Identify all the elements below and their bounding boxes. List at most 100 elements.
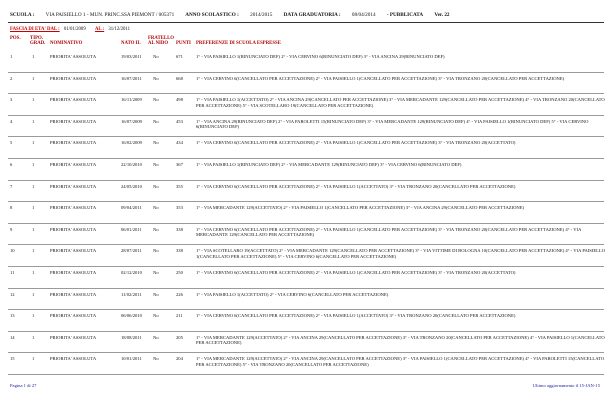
cell-tipo: 1 <box>32 226 35 232</box>
row-divider <box>8 222 604 224</box>
cell-tipo: 1 <box>32 205 35 211</box>
cell-tipo: 1 <box>32 140 35 146</box>
cell-punti: 668 <box>176 75 183 81</box>
cell-tipo: 1 <box>32 248 35 254</box>
col-preferenze: PREFERENZE DI SCUOLA ESPRESSE <box>196 41 281 46</box>
cell-nome: PRIORITA' ASSOLUTA <box>50 291 97 297</box>
cell-punti: 671 <box>176 54 183 59</box>
cell-nome: PRIORITA' ASSOLUTA <box>50 162 97 167</box>
cell-punti: 204 <box>176 356 183 362</box>
cell-tipo: 1 <box>32 54 35 59</box>
page-indicator: Pagina 1 di 27 <box>10 383 37 388</box>
data-label: DATA GRADUATORIA : <box>283 12 341 18</box>
cell-punti: 353 <box>176 205 183 211</box>
cell-pos: 9 <box>10 226 13 232</box>
status-text: - PUBBLICATA <box>386 12 424 18</box>
cell-punti: 338 <box>176 248 183 254</box>
cell-frat: No <box>153 270 159 275</box>
cell-frat: No <box>153 140 159 146</box>
cell-tipo: 1 <box>32 356 35 362</box>
col-tipo: TIPO. GRAD. <box>30 36 46 47</box>
cell-frat: No <box>153 313 159 319</box>
row-divider <box>8 287 604 289</box>
cell-frat: No <box>153 248 159 254</box>
age-to-value: 31/12/2011 <box>108 27 131 32</box>
cell-pos: 11 <box>10 270 15 275</box>
cell-nome: PRIORITA' ASSOLUTA <box>50 270 97 275</box>
row-divider <box>8 71 604 73</box>
cell-tipo: 1 <box>32 291 35 297</box>
last-updated: Ultimo aggiornamento il 15-JAN-15 <box>532 383 600 388</box>
cell-frat: No <box>153 162 159 167</box>
header-divider <box>8 22 604 23</box>
cell-frat: No <box>153 97 159 103</box>
cell-pos: 7 <box>10 183 13 189</box>
cell-nome: PRIORITA' ASSOLUTA <box>50 205 97 211</box>
cell-punti: 338 <box>176 226 183 232</box>
age-to-label: AL : <box>94 27 105 32</box>
col-nominativo: NOMINATIVO <box>50 41 83 46</box>
cell-nato: 10/01/2011 <box>121 356 142 362</box>
row-divider <box>8 157 604 159</box>
cell-preferences: 1° - VIA MERCADANTE 129(ACCETTATO) 2° - … <box>196 205 525 211</box>
data-value: 08/04/2014 <box>351 12 376 18</box>
cell-frat: No <box>153 205 159 211</box>
cell-preferences: 1° - VIA SCOTELLARO 19(ACCETTATO) 2° - V… <box>196 248 606 259</box>
cell-nome: PRIORITA' ASSOLUTA <box>50 140 97 146</box>
cell-preferences: 1° - VIA MERCADANTE 129(ACCETTATO) 2° - … <box>196 334 605 346</box>
cell-nato: 16/07/2009 <box>121 118 142 124</box>
cell-tipo: 1 <box>32 97 35 103</box>
cell-frat: No <box>153 334 159 340</box>
cell-preferences: 1° - VIA CERVINO 6(CANCELLATO PER ACCETT… <box>196 75 565 81</box>
anno-label: ANNO SCOLASTICO : <box>185 12 239 18</box>
cell-pos: 3 <box>10 97 13 103</box>
cell-pos: 12 <box>10 291 15 297</box>
row-divider <box>8 244 604 246</box>
cell-frat: No <box>153 118 159 124</box>
col-nato: NATO IL <box>121 41 141 46</box>
cell-pos: 15 <box>10 356 15 362</box>
scuola-value: VIA PAISIELLO 1 - MUN. PRINC.SSA PIEMONT… <box>45 12 175 18</box>
row-divider <box>8 179 604 181</box>
cell-frat: No <box>153 54 159 59</box>
col-punti: PUNTI <box>176 41 191 46</box>
cell-punti: 498 <box>176 97 183 103</box>
cell-nato: 19/03/2011 <box>121 54 142 59</box>
cell-preferences: 1° - VIA PAISIELLO 1(RINUNCIATO DEF) 2° … <box>196 162 462 167</box>
cell-nato: 24/05/2010 <box>121 183 142 189</box>
scuola-label: SCUOLA : <box>10 12 35 18</box>
cell-frat: No <box>153 291 159 297</box>
cell-frat: No <box>153 356 159 362</box>
cell-tipo: 1 <box>32 162 35 167</box>
cell-pos: 4 <box>10 118 13 124</box>
cell-punti: 205 <box>176 334 183 340</box>
row-divider <box>8 93 604 95</box>
col-fratello: FRATELLO AL NIDO <box>148 36 175 47</box>
cell-frat: No <box>153 226 159 232</box>
cell-nato: 06/06/2010 <box>121 313 142 319</box>
document-header: SCUOLA : VIA PAISIELLO 1 - MUN. PRINC.SS… <box>10 12 602 18</box>
cell-nome: PRIORITA' ASSOLUTA <box>50 248 97 254</box>
cell-nato: 16/07/2011 <box>121 75 142 81</box>
row-divider <box>8 201 604 203</box>
age-from-value: 01/01/2009 <box>63 27 86 32</box>
cell-nato: 16/11/2009 <box>121 97 142 103</box>
cell-preferences: 1° - VIA CERVINO 6(CANCELLATO PER ACCETT… <box>196 270 516 275</box>
cell-nato: 09/04/2011 <box>121 205 142 211</box>
cell-nome: PRIORITA' ASSOLUTA <box>50 118 97 124</box>
row-divider <box>8 352 604 354</box>
table-row: 15 1 PRIORITA' ASSOLUTA 10/01/2011 No 204 1° -… <box>8 356 604 386</box>
cell-nato: 11/02/2011 <box>121 291 142 297</box>
anno-value: 2014/2015 <box>250 12 273 18</box>
cell-tipo: 1 <box>32 75 35 81</box>
cell-preferences: 1° - VIA CERVINO 6(CANCELLATO PER ACCETT… <box>196 226 582 238</box>
cell-nato: 28/07/2011 <box>121 248 142 254</box>
cell-pos: 1 <box>10 54 13 59</box>
age-from-label: FASCIA DI ETA' DAL : <box>10 27 60 32</box>
cell-tipo: 1 <box>32 334 35 340</box>
cell-nome: PRIORITA' ASSOLUTA <box>50 313 97 319</box>
cell-nome: PRIORITA' ASSOLUTA <box>50 334 97 340</box>
cell-pos: 14 <box>10 334 15 340</box>
cell-pos: 8 <box>10 205 13 211</box>
row-divider <box>8 373 604 375</box>
